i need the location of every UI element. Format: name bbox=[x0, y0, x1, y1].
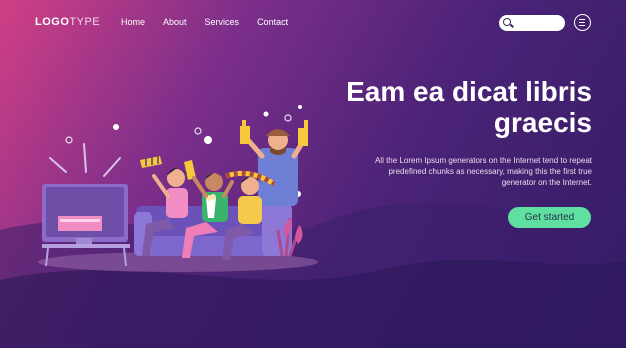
landing-page: LOGOTYPE Home About Services Contact Eam… bbox=[0, 0, 626, 348]
hero-title-line1: Eam ea dicat libris bbox=[346, 76, 592, 107]
hero-title-line2: graecis bbox=[493, 107, 592, 138]
hero-body-line3: generator on the Internet. bbox=[501, 178, 592, 187]
hero-title: Eam ea dicat libris graecis bbox=[292, 76, 592, 138]
get-started-button[interactable]: Get started bbox=[508, 207, 591, 228]
hero-body-line2: predefined chunks as necessary, making t… bbox=[388, 167, 592, 176]
hero-body-line1: All the Lorem Ipsum generators on the In… bbox=[374, 156, 592, 165]
hero-description: All the Lorem Ipsum generators on the In… bbox=[332, 155, 592, 188]
